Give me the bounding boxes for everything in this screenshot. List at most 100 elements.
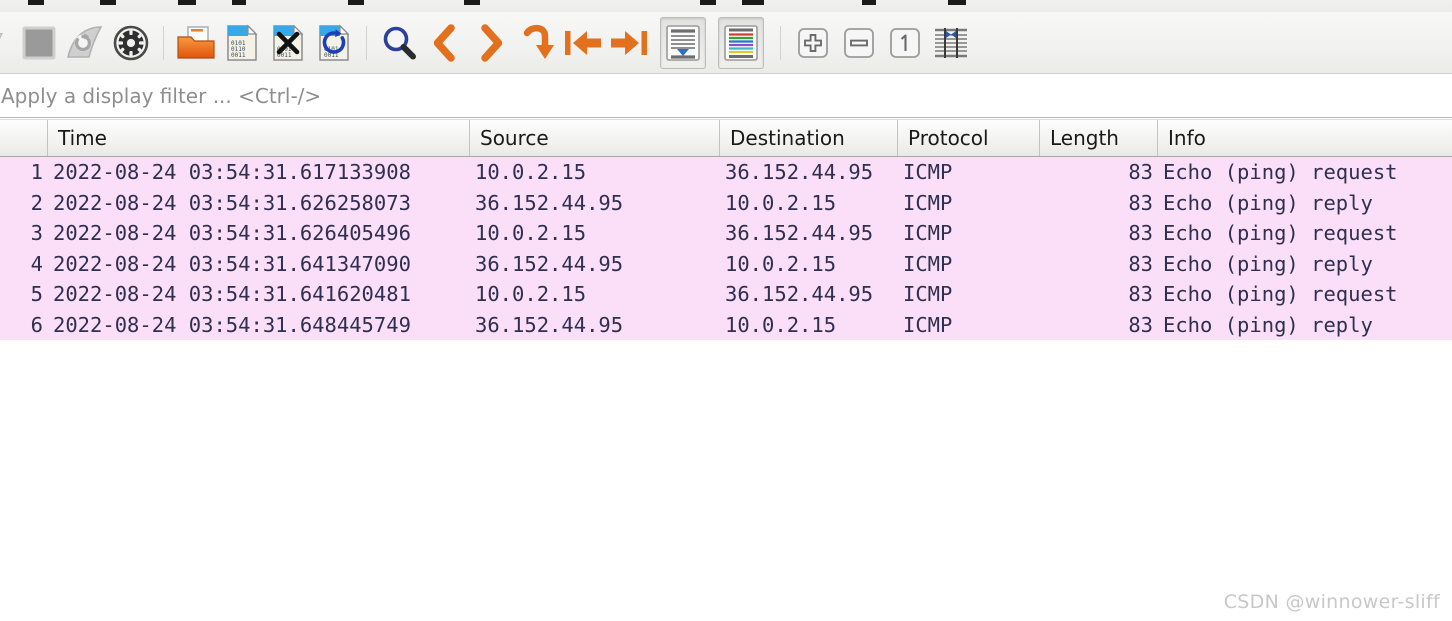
reload-file-button[interactable]: 0101 0011: [311, 18, 357, 68]
cell-proto: ICMP: [903, 312, 953, 337]
zoom-in-icon: [798, 27, 828, 58]
cell-proto: ICMP: [903, 221, 953, 245]
go-back-button[interactable]: [422, 18, 468, 68]
go-first-packet-button[interactable]: [560, 18, 606, 68]
cell-proto: ICMP: [903, 190, 953, 215]
open-file-button[interactable]: [173, 18, 219, 68]
cell-info: Echo (ping) reply: [1163, 312, 1373, 337]
cell-info: Echo (ping) request: [1163, 221, 1398, 245]
restart-capture-icon: [66, 25, 103, 58]
cell-src: 36.152.44.95: [475, 251, 624, 276]
cell-len: 83: [1128, 251, 1153, 276]
cell-no: 5: [30, 282, 43, 306]
cell-dst: 10.0.2.15: [725, 190, 837, 215]
menu-item-stub[interactable]: [100, 0, 116, 5]
go-to-packet-button[interactable]: [514, 18, 560, 68]
cell-proto: ICMP: [903, 160, 953, 184]
column-header-destination[interactable]: Destination: [720, 120, 898, 156]
zoom-in-button[interactable]: [790, 18, 836, 68]
cell-src: 36.152.44.95: [475, 312, 624, 337]
colorize-packets-button[interactable]: [718, 16, 764, 69]
packet-list-rows: 1 2022-08-24 03:54:31.617133908 10.0.2.15 3…: [0, 157, 1452, 340]
open-file-icon: [177, 25, 215, 59]
cell-src: 10.0.2.15: [475, 160, 587, 184]
menu-item-stub[interactable]: [464, 0, 480, 5]
column-header-no[interactable]: [0, 120, 48, 156]
table-row[interactable]: 5 2022-08-24 03:54:31.641620481 10.0.2.15 3…: [0, 279, 1452, 310]
go-forward-button[interactable]: [468, 18, 514, 68]
display-filter-input[interactable]: [0, 74, 1452, 117]
stop-capture-button[interactable]: [16, 18, 62, 68]
packet-list[interactable]: Time Source Destination Protocol Length …: [0, 119, 1452, 621]
zoom-out-icon: [844, 27, 874, 58]
close-file-button[interactable]: 01010011: [265, 18, 311, 68]
cell-no: 1: [30, 160, 43, 184]
cell-len: 83: [1128, 282, 1153, 306]
display-filter-bar[interactable]: [0, 74, 1452, 118]
menu-item-stub[interactable]: [348, 0, 364, 5]
menu-item-stub[interactable]: [862, 0, 876, 5]
search-icon: [383, 26, 416, 59]
wireshark-window: 010101100011 01010011: [0, 0, 1452, 621]
colorize-icon: [724, 24, 758, 61]
cell-dst: 10.0.2.15: [725, 312, 837, 337]
start-capture-button[interactable]: [0, 18, 4, 68]
toolbar-separator: [163, 25, 164, 60]
menu-item-stub[interactable]: [178, 0, 196, 5]
capture-options-button[interactable]: [108, 18, 154, 68]
menu-item-stub[interactable]: [742, 0, 764, 5]
cell-len: 83: [1128, 190, 1153, 215]
goto-packet-arrow-icon: [523, 24, 554, 59]
go-last-icon: [611, 30, 647, 55]
cell-time: 2022-08-24 03:54:31.617133908: [53, 160, 411, 184]
go-first-icon: [565, 30, 601, 55]
packet-list-header[interactable]: Time Source Destination Protocol Length …: [0, 119, 1452, 157]
cell-info: Echo (ping) request: [1163, 160, 1398, 184]
cell-info: Echo (ping) reply: [1163, 251, 1373, 276]
table-row[interactable]: 6 2022-08-24 03:54:31.648445749 36.152.44.…: [0, 309, 1452, 340]
menu-item-stub[interactable]: [948, 0, 966, 5]
cell-proto: ICMP: [903, 282, 953, 306]
save-file-button[interactable]: 0101 0110 0011: [219, 18, 265, 68]
cell-no: 4: [30, 251, 43, 276]
toolbar-separator: [366, 25, 367, 60]
gear-icon: [113, 25, 149, 60]
table-row[interactable]: 4 2022-08-24 03:54:31.641347090 36.152.44.…: [0, 248, 1452, 279]
chevron-right-icon: [481, 23, 503, 62]
chevron-left-icon: [433, 23, 455, 62]
column-header-protocol[interactable]: Protocol: [898, 120, 1040, 156]
menu-item-stub[interactable]: [232, 0, 246, 5]
zoom-reset-icon: [890, 27, 920, 58]
column-header-source[interactable]: Source: [470, 120, 720, 156]
cell-dst: 10.0.2.15: [725, 251, 837, 276]
auto-scroll-button[interactable]: [660, 16, 706, 69]
table-row[interactable]: 1 2022-08-24 03:54:31.617133908 10.0.2.15 3…: [0, 157, 1452, 188]
zoom-reset-button[interactable]: [882, 18, 928, 68]
table-row[interactable]: 3 2022-08-24 03:54:31.626405496 10.0.2.15 3…: [0, 218, 1452, 249]
toolbar-separator: [780, 25, 781, 60]
table-row[interactable]: 2 2022-08-24 03:54:31.626258073 36.152.44.…: [0, 187, 1452, 218]
cell-src: 10.0.2.15: [475, 282, 587, 306]
restart-capture-button[interactable]: [62, 18, 108, 68]
cell-time: 2022-08-24 03:54:31.641620481: [53, 282, 411, 306]
resize-columns-button[interactable]: [928, 18, 974, 68]
menu-item-stub[interactable]: [700, 0, 716, 5]
cell-len: 83: [1128, 160, 1153, 184]
cell-info: Echo (ping) request: [1163, 282, 1398, 306]
go-last-packet-button[interactable]: [606, 18, 652, 68]
auto-scroll-icon: [666, 24, 700, 61]
close-file-icon: 01010011: [273, 24, 304, 61]
svg-text:0011: 0011: [231, 52, 246, 59]
start-capture-icon: [0, 32, 3, 39]
zoom-out-button[interactable]: [836, 18, 882, 68]
find-packet-button[interactable]: [376, 18, 422, 68]
column-header-info[interactable]: Info: [1158, 120, 1452, 156]
cell-no: 6: [30, 312, 43, 337]
stop-capture-icon: [22, 26, 56, 59]
cell-dst: 36.152.44.95: [725, 160, 874, 184]
column-header-length[interactable]: Length: [1040, 120, 1158, 156]
menu-item-stub[interactable]: [28, 0, 44, 5]
column-header-time[interactable]: Time: [48, 120, 470, 156]
cell-time: 2022-08-24 03:54:31.641347090: [53, 251, 411, 276]
cell-proto: ICMP: [903, 251, 953, 276]
